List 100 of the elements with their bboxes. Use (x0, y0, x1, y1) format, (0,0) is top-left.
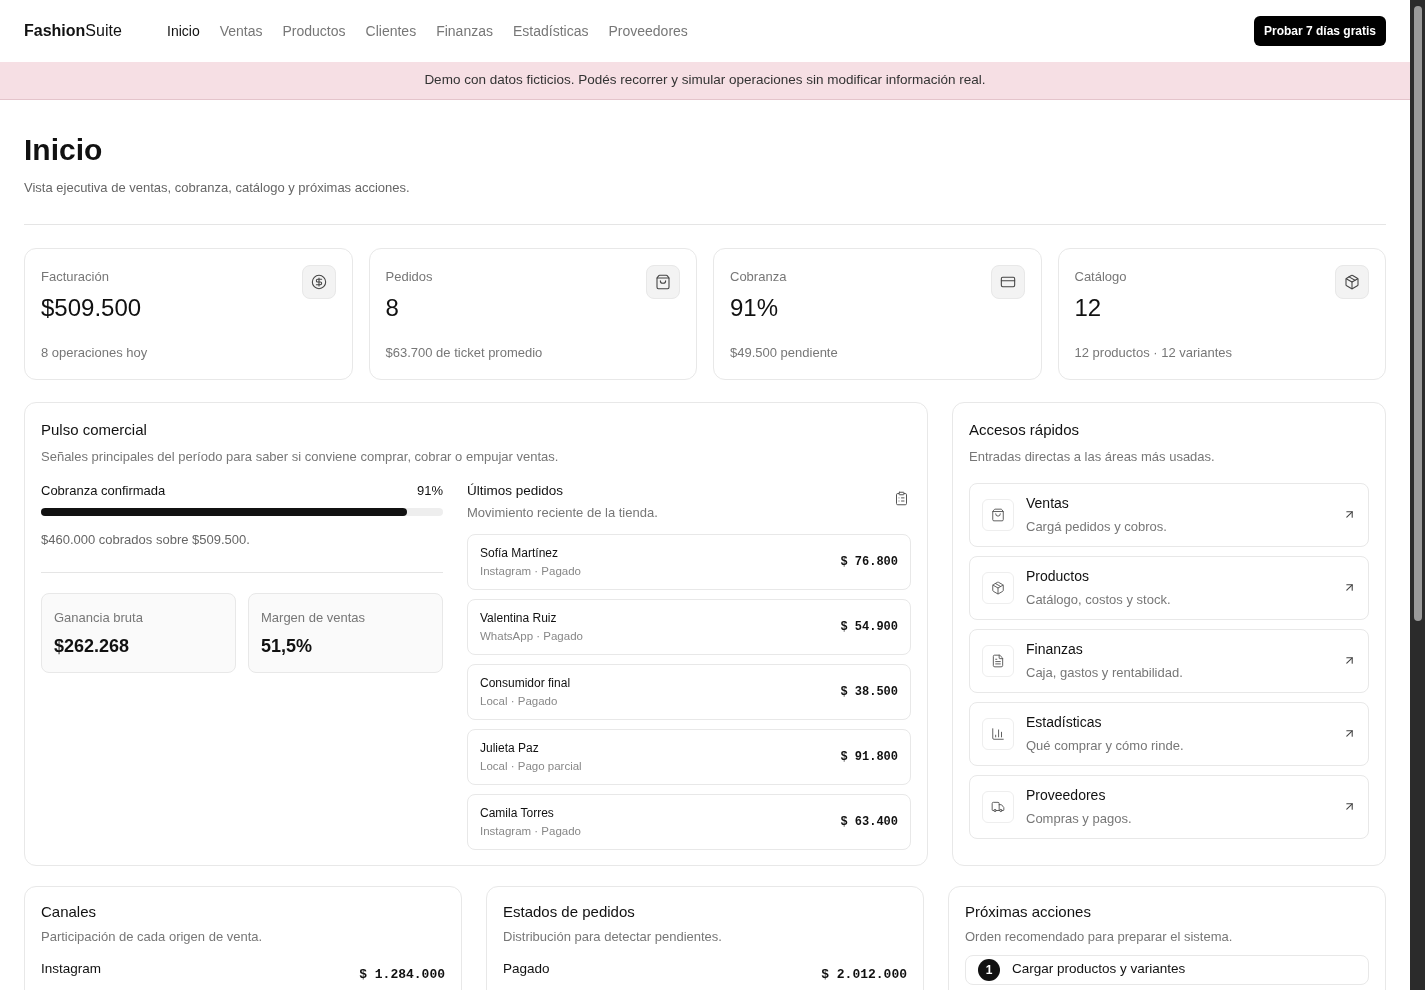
quick-link[interactable]: Productos Catálogo, costos y stock. (969, 555, 1369, 620)
scrollbar[interactable] (1410, 0, 1425, 990)
shopping-bag-icon (991, 507, 1005, 522)
stat-note: $63.700 de ticket promedio (385, 344, 543, 362)
stat-note: 12 productos · 12 variantes (1074, 344, 1233, 362)
order-row[interactable]: Camila Torres Instagram · Pagado $ 63.400 (467, 794, 911, 851)
step-row[interactable]: 1 Cargar productos y variantes (965, 954, 1369, 985)
order-row[interactable]: Valentina Ruiz WhatsApp · Pagado $ 54.900 (467, 599, 911, 656)
quick-link-subtitle: Caja, gastos y rentabilidad. (1026, 663, 1183, 682)
package-icon (991, 580, 1005, 595)
stat-label: Pedidos (385, 267, 433, 286)
nav-link[interactable]: Proveedores (608, 20, 688, 42)
card-subtitle: Distribución para detectar pendientes. (503, 928, 723, 946)
card-title: Estados de pedidos (503, 901, 636, 922)
arrow-icon (1343, 800, 1356, 813)
progress-reading: 91% (416, 481, 443, 500)
order-detail: WhatsApp · Pagado (480, 629, 583, 645)
shopping-bag-icon (655, 273, 671, 290)
quick-link[interactable]: Estadísticas Qué comprar y cómo rinde. (969, 701, 1369, 766)
stat-value: 8 (385, 293, 399, 323)
order-customer: Valentina Ruiz (480, 610, 558, 628)
order-amount: $ 76.800 (840, 554, 898, 572)
document-icon (991, 653, 1005, 668)
quick-link-subtitle: Qué comprar y cómo rinde. (1026, 736, 1184, 755)
order-amount: $ 54.900 (840, 619, 898, 637)
card-title: Próximas acciones (965, 901, 1092, 922)
row-label: Instagram (41, 959, 102, 978)
quick-link-title: Finanzas (1026, 639, 1084, 659)
order-amount: $ 91.800 (840, 749, 898, 767)
quick-link[interactable]: Finanzas Caja, gastos y rentabilidad. (969, 628, 1369, 693)
arrow-icon (1343, 654, 1356, 667)
quick-link[interactable]: Proveedores Compras y pagos. (969, 774, 1369, 839)
order-customer: Julieta Paz (480, 740, 540, 758)
order-detail: Local · Pagado (480, 694, 559, 710)
quick-link-title: Productos (1026, 566, 1091, 586)
card-title: Accesos rápidos (969, 419, 1081, 440)
stat-value: 91% (730, 293, 779, 323)
metric-value: 51,5% (261, 635, 313, 658)
card-title: Canales (41, 901, 98, 922)
demo-banner: Demo con datos ficticios. Podés recorrer y simular operaciones sin modificar información real. (0, 62, 1410, 100)
row-amount: $ 2.012.000 (821, 965, 907, 984)
card-subtitle: Participación de cada origen de venta. (41, 928, 264, 946)
card-subtitle: Señales principales del período para saber si conviene comprar, cobrar o empujar ventas. (41, 448, 560, 466)
stat-label: Catálogo (1074, 267, 1127, 286)
bar-chart-icon (991, 726, 1005, 741)
arrow-icon (1343, 508, 1356, 521)
dollar-coin-icon (310, 273, 327, 290)
nav-link[interactable]: Productos (282, 20, 346, 42)
card-subtitle: Orden recomendado para preparar el sistema. (965, 928, 1234, 946)
stat-note: 8 operaciones hoy (41, 344, 148, 362)
metric-value: $262.268 (54, 635, 130, 658)
stat-label: Cobranza (730, 267, 787, 286)
order-detail: Instagram · Pagado (480, 564, 581, 580)
stat-label: Facturación (41, 267, 109, 286)
quick-link-title: Estadísticas (1026, 712, 1103, 732)
card-subtitle: Entradas directas a las áreas más usadas. (969, 448, 1216, 466)
order-detail: Local · Pago parcial (480, 759, 582, 775)
arrow-icon (1343, 727, 1356, 740)
page-subtitle: Vista ejecutiva de ventas, cobranza, catálogo y próximas acciones. (24, 179, 410, 197)
order-row[interactable]: Julieta Paz Local · Pago parcial $ 91.800 (467, 729, 911, 786)
quick-link-subtitle: Compras y pagos. (1026, 809, 1132, 828)
brand-logo[interactable]: FashionSuite (24, 19, 167, 43)
order-detail: Instagram · Pagado (480, 824, 581, 840)
page-title: Inicio (24, 132, 103, 168)
quick-link-title: Proveedores (1026, 785, 1107, 805)
order-row[interactable]: Consumidor final Local · Pagado $ 38.500 (467, 664, 911, 721)
metric-label: Margen de ventas (261, 608, 366, 627)
stat-value: 12 (1074, 293, 1102, 323)
nav-link[interactable]: Finanzas (436, 20, 493, 42)
metric-label: Ganancia bruta (54, 608, 143, 627)
orders-title: Últimos pedidos (467, 481, 565, 500)
step-number: 1 (978, 958, 1000, 981)
quick-link-title: Ventas (1026, 493, 1070, 513)
order-customer: Consumidor final (480, 675, 571, 693)
order-amount: $ 38.500 (840, 684, 898, 702)
trial-button[interactable]: Probar 7 días gratis (1253, 16, 1386, 46)
nav-link[interactable]: Inicio (167, 20, 200, 42)
order-customer: Camila Torres (480, 805, 555, 823)
orders-subtitle: Movimiento reciente de la tienda. (467, 503, 658, 522)
nav-link[interactable]: Ventas (219, 20, 263, 42)
truck-icon (991, 799, 1005, 814)
arrow-icon (1343, 581, 1356, 594)
stat-value: $509.500 (41, 293, 142, 323)
quick-link[interactable]: Ventas Cargá pedidos y cobros. (969, 482, 1369, 547)
row-label: Pagado (503, 959, 550, 978)
card-title: Pulso comercial (41, 419, 148, 440)
order-customer: Sofía Martínez (480, 545, 560, 563)
quick-link-subtitle: Catálogo, costos y stock. (1026, 590, 1171, 609)
step-label: Cargar productos y variantes (1012, 960, 1186, 979)
quick-link-subtitle: Cargá pedidos y cobros. (1026, 517, 1167, 536)
row-amount: $ 1.284.000 (359, 965, 445, 984)
order-amount: $ 63.400 (840, 814, 898, 832)
progress-caption: $460.000 cobrados sobre $509.500. (41, 531, 251, 549)
clipboard-icon (894, 490, 909, 506)
nav-link[interactable]: Clientes (365, 20, 417, 42)
stat-note: $49.500 pendiente (730, 344, 838, 362)
progress-label: Cobranza confirmada (41, 481, 166, 500)
package-icon (1344, 273, 1360, 290)
order-row[interactable]: Sofía Martínez Instagram · Pagado $ 76.800 (467, 534, 911, 591)
nav-link[interactable]: Estadísticas (512, 20, 589, 42)
